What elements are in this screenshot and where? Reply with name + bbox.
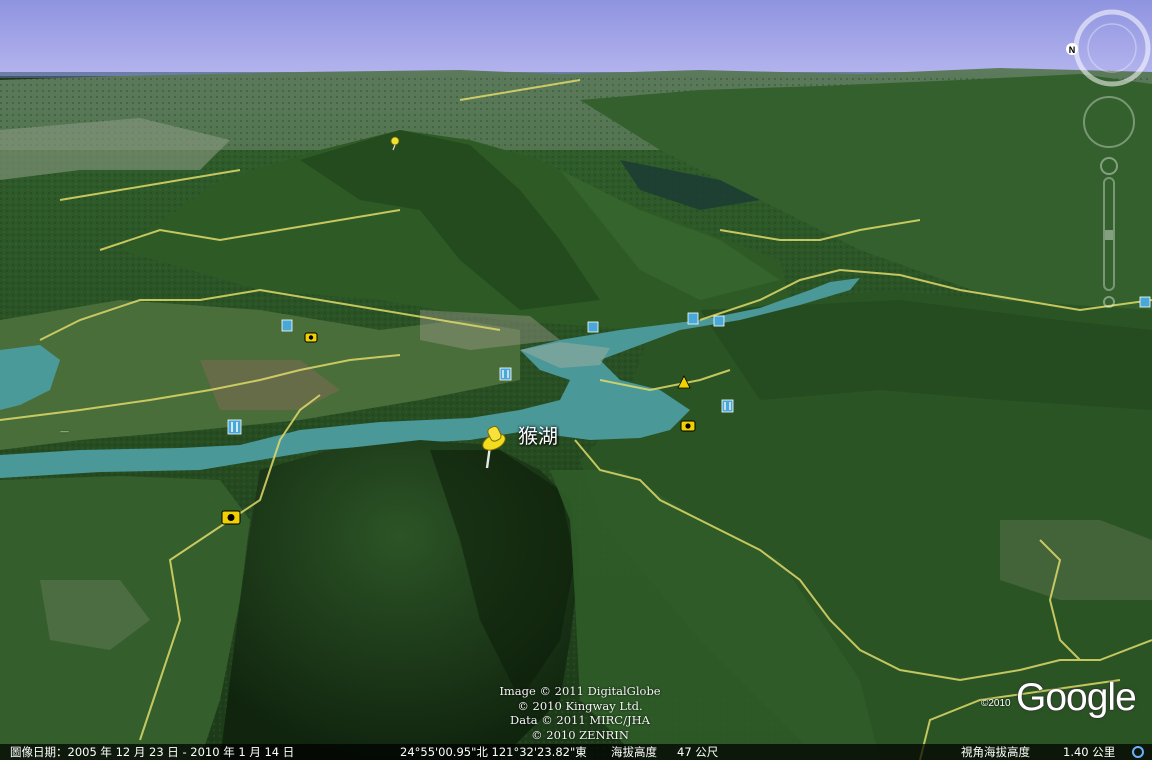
cursor-coordinates: 24°55'00.95"北 121°32'23.82"東 xyxy=(400,745,587,759)
sky xyxy=(0,0,1152,76)
logo-copyright: ©2010 xyxy=(981,698,1011,709)
attribution-line: Image © 2011 DigitalGlobe xyxy=(499,684,661,698)
compass-north[interactable]: N xyxy=(1069,45,1076,55)
restaurant-icon xyxy=(721,399,734,413)
restaurant-icon xyxy=(227,419,242,435)
eye-altitude-value: 1.40 公里 xyxy=(1063,745,1116,759)
status-bar: 圖像日期：2005 年 12 月 23 日 - 2010 年 1 月 14 日 … xyxy=(0,744,1152,760)
placemark-label[interactable]: 猴湖 xyxy=(518,420,558,449)
restaurant-icon xyxy=(281,319,293,332)
navigation-controls[interactable]: N xyxy=(1064,8,1152,308)
imagery-date: 圖像日期：2005 年 12 月 23 日 - 2010 年 1 月 14 日 xyxy=(10,745,295,759)
elevation-value: 47 公尺 xyxy=(677,745,719,759)
attribution-line: Data © 2011 MIRC/JHA xyxy=(510,713,650,727)
zoom-slider-icon[interactable] xyxy=(1100,157,1118,308)
streaming-indicator-icon xyxy=(1131,745,1145,760)
look-joystick-icon[interactable] xyxy=(1083,96,1135,148)
imagery-attribution: Image © 2011 DigitalGlobe © 2010 Kingway… xyxy=(490,684,670,742)
attribution-line: © 2010 ZENRIN xyxy=(531,727,629,742)
restaurant-icon xyxy=(687,312,699,325)
cafe-icon xyxy=(587,321,599,333)
map-viewport[interactable]: 猴湖 — N Image © 2011 DigitalGlobe © 2010 … xyxy=(0,0,1152,760)
camera-icon xyxy=(221,510,241,525)
attribution-line: © 2010 Kingway Ltd. xyxy=(517,698,643,713)
elevation-label: 海拔高度 xyxy=(611,745,657,759)
camera-icon xyxy=(680,420,696,432)
road-label: — xyxy=(60,427,69,437)
compass-ring[interactable]: N xyxy=(1066,9,1151,87)
terrain-imagery xyxy=(0,0,1152,760)
cafe-icon xyxy=(713,315,725,327)
restaurant-icon xyxy=(499,367,512,381)
camera-icon xyxy=(304,332,318,343)
eye-altitude-label: 視角海拔高度 xyxy=(961,745,1030,759)
google-logo: Google xyxy=(1016,676,1137,719)
